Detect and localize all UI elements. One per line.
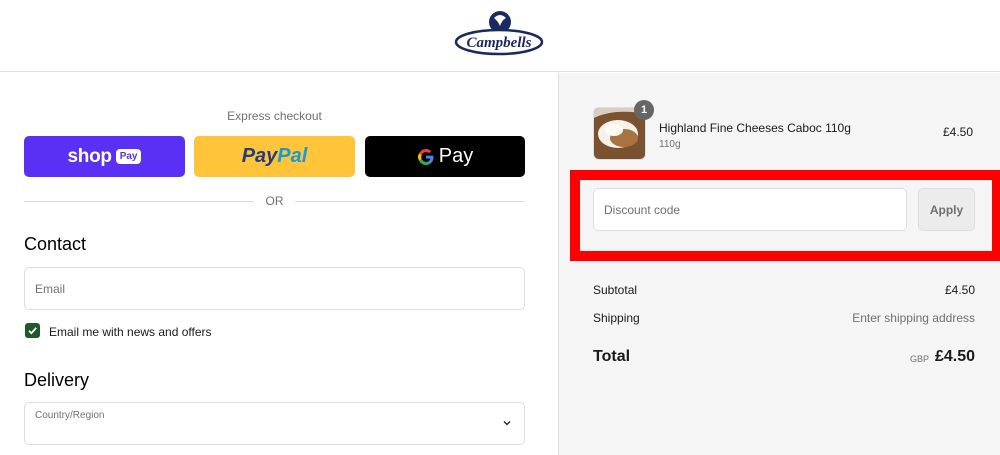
total-currency: GBP — [909, 354, 929, 364]
campbells-logo[interactable]: Campbells — [454, 10, 544, 56]
shipping-value: Enter shipping address — [852, 311, 975, 325]
express-checkout-title: Express checkout — [227, 109, 322, 123]
apply-discount-button[interactable]: Apply — [918, 188, 975, 231]
country-region-label: Country/Region — [35, 410, 105, 421]
shop-pay-wordmark: shop — [67, 145, 112, 167]
country-region-select[interactable]: Country/Region — [24, 402, 525, 445]
contact-heading: Contact — [24, 234, 87, 254]
checkout-form-panel: Express checkout shop Pay PayPal Pay OR … — [0, 73, 558, 455]
google-pay-wordmark: Pay — [417, 145, 473, 168]
discount-code-input[interactable] — [594, 189, 906, 230]
news-offers-checkbox[interactable] — [25, 323, 40, 338]
product-name: Highland Fine Cheeses Caboc 110g — [659, 121, 851, 135]
total-value: £4.50 — [934, 348, 975, 365]
product-variant: 110g — [659, 139, 681, 150]
chevron-down-icon — [503, 421, 511, 426]
delivery-heading: Delivery — [24, 370, 90, 390]
google-pay-button[interactable]: Pay — [365, 136, 525, 177]
shop-pay-badge: Pay — [115, 149, 142, 164]
total-label: Total — [593, 348, 631, 365]
checkmark-icon — [28, 327, 37, 335]
google-g-icon — [417, 148, 434, 165]
email-field[interactable] — [24, 267, 525, 310]
shop-pay-button[interactable]: shop Pay — [24, 136, 185, 177]
svg-text:Campbells: Campbells — [466, 35, 531, 51]
order-summary-panel: 1 Highland Fine Cheeses Caboc 110g 110g … — [558, 73, 1000, 455]
paypal-wordmark: PayPal — [241, 145, 308, 167]
product-thumbnail-wrap: 1 — [593, 100, 654, 160]
shipping-label: Shipping — [593, 311, 640, 325]
discount-code-field[interactable] — [593, 188, 907, 231]
subtotal-label: Subtotal — [593, 283, 638, 297]
product-price: £4.50 — [942, 125, 973, 139]
subtotal-value: £4.50 — [944, 283, 975, 297]
quantity-badge: 1 — [634, 100, 654, 120]
paypal-button[interactable]: PayPal — [194, 136, 355, 177]
or-divider: OR — [24, 193, 525, 209]
checkout-header: Campbells — [0, 0, 1000, 72]
email-input[interactable] — [25, 268, 524, 309]
news-offers-label[interactable]: Email me with news and offers — [49, 325, 212, 339]
